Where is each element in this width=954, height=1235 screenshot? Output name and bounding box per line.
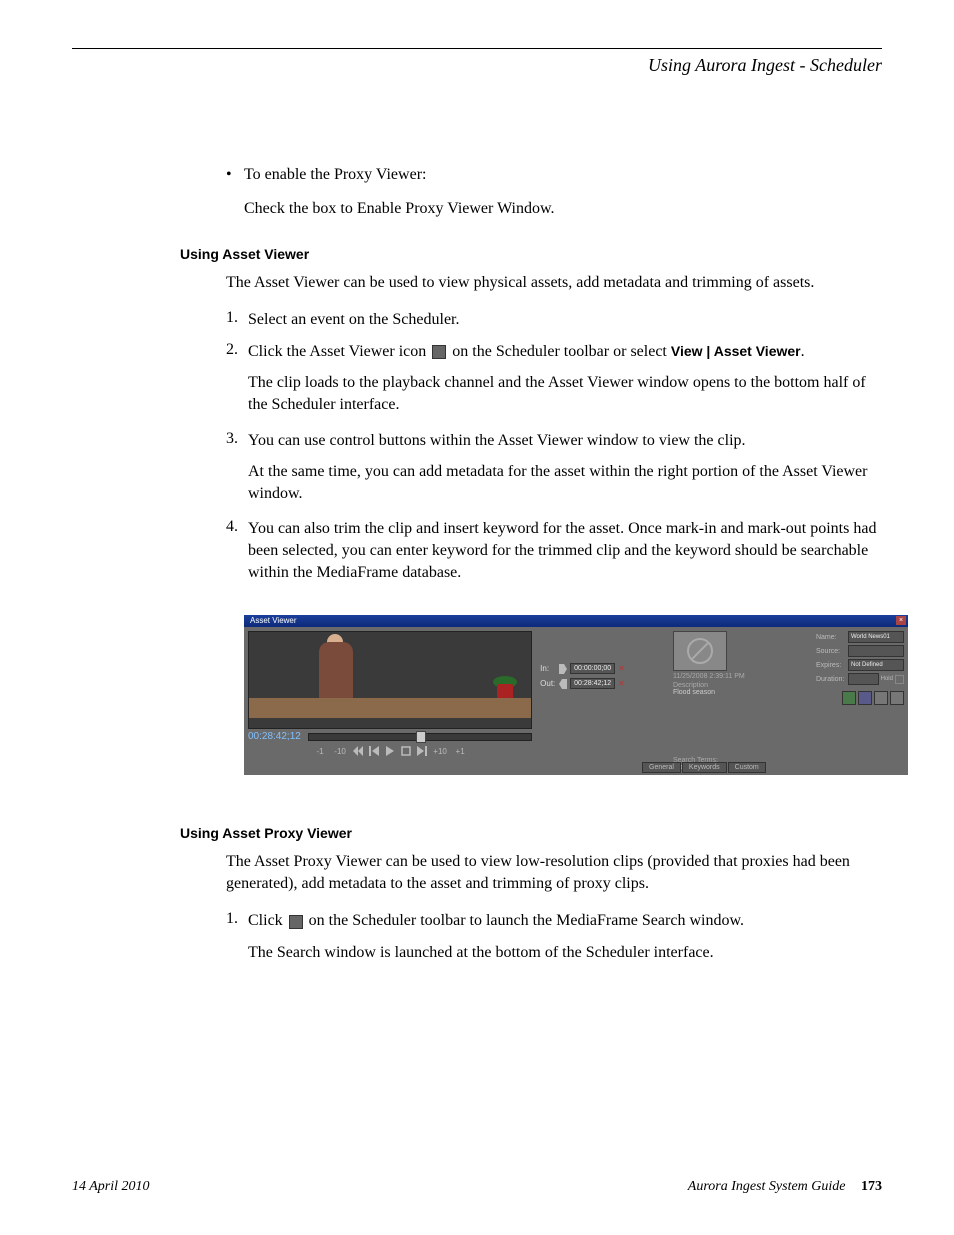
step-text: Select an event on the Scheduler. bbox=[248, 309, 459, 331]
heading-asset-viewer: Using Asset Viewer bbox=[180, 246, 882, 262]
video-preview bbox=[248, 631, 532, 729]
step-1: 1. Select an event on the Scheduler. bbox=[226, 309, 882, 331]
step-minus-10-button[interactable]: -10 bbox=[333, 747, 347, 756]
window-title: Asset Viewer bbox=[250, 616, 297, 625]
tab-keywords[interactable]: Keywords bbox=[682, 762, 727, 773]
meta-action-1-icon[interactable] bbox=[842, 691, 856, 705]
scrub-handle[interactable] bbox=[416, 731, 426, 743]
step-3: 3. You can use control buttons within th… bbox=[226, 430, 882, 452]
mark-out-row: Out: 00:28:42;12 ✕ bbox=[540, 678, 665, 689]
stop-icon[interactable] bbox=[401, 746, 411, 756]
menu-view: View bbox=[671, 343, 703, 359]
proxy-step1-b: on the Scheduler toolbar to launch the M… bbox=[305, 912, 744, 929]
step-plus-1-button[interactable]: +1 bbox=[453, 747, 467, 756]
name-label: Name: bbox=[816, 634, 846, 641]
clear-in-icon[interactable]: ✕ bbox=[618, 664, 625, 673]
page-header: Using Aurora Ingest - Scheduler bbox=[72, 55, 882, 76]
step2-part-b: on the Scheduler toolbar or select bbox=[448, 343, 671, 360]
step-minus-1-button[interactable]: -1 bbox=[313, 747, 327, 756]
hold-label: Hold bbox=[881, 676, 893, 682]
footer-page-number: 173 bbox=[861, 1179, 882, 1194]
window-titlebar: Asset Viewer × bbox=[244, 615, 908, 627]
meta-action-2-icon[interactable] bbox=[858, 691, 872, 705]
asset-viewer-window: Asset Viewer × 00:28:42;12 bbox=[244, 615, 908, 775]
step-number: 3. bbox=[226, 430, 248, 452]
step-plus-10-button[interactable]: +10 bbox=[433, 747, 447, 756]
expires-field[interactable]: Not Defined bbox=[848, 659, 904, 671]
mark-in-icon[interactable] bbox=[559, 664, 567, 674]
footer-guide-name: Aurora Ingest System Guide bbox=[688, 1179, 846, 1194]
mark-out-icon[interactable] bbox=[559, 679, 567, 689]
clear-out-icon[interactable]: ✕ bbox=[618, 679, 625, 688]
description-value[interactable]: Flood season bbox=[673, 689, 812, 696]
asset-timestamp: 11/25/2008 2:39:11 PM bbox=[673, 673, 812, 680]
description-label: Description bbox=[673, 682, 812, 689]
duration-field bbox=[848, 673, 879, 685]
timecode-display: 00:28:42;12 bbox=[248, 731, 308, 742]
no-image-icon bbox=[687, 638, 713, 664]
name-field[interactable]: World News01 bbox=[848, 631, 904, 643]
video-content bbox=[319, 642, 353, 702]
transport-controls: -1 -10 +10 +1 bbox=[248, 746, 532, 756]
video-content bbox=[249, 698, 531, 718]
out-timecode[interactable]: 00:28:42;12 bbox=[570, 678, 615, 689]
in-label: In: bbox=[540, 664, 556, 673]
menu-asset-viewer: Asset Viewer bbox=[714, 343, 801, 359]
expires-label: Expires: bbox=[816, 662, 846, 669]
step-number: 1. bbox=[226, 309, 248, 331]
tab-general[interactable]: General bbox=[642, 762, 681, 773]
step-number: 2. bbox=[226, 341, 248, 363]
heading-asset-proxy-viewer: Using Asset Proxy Viewer bbox=[180, 825, 882, 841]
step-text: You can also trim the clip and insert ke… bbox=[248, 518, 882, 583]
step-number: 4. bbox=[226, 518, 248, 583]
step2-end: . bbox=[801, 343, 805, 360]
bullet-enable-proxy: • To enable the Proxy Viewer: bbox=[226, 166, 882, 184]
proxy-step1-sub: The Search window is launched at the bot… bbox=[248, 942, 882, 964]
play-icon[interactable] bbox=[385, 746, 395, 756]
bullet-dot: • bbox=[226, 166, 244, 184]
step2-part-a: Click the Asset Viewer icon bbox=[248, 343, 430, 360]
menu-sep: | bbox=[703, 343, 714, 359]
hold-checkbox[interactable] bbox=[895, 675, 904, 684]
scrub-bar[interactable] bbox=[308, 733, 532, 741]
meta-action-4-icon[interactable] bbox=[890, 691, 904, 705]
step-fwd-icon[interactable] bbox=[417, 746, 427, 756]
tab-custom[interactable]: Custom bbox=[728, 762, 766, 773]
step2-sub: The clip loads to the playback channel a… bbox=[248, 372, 882, 415]
asset-viewer-icon bbox=[432, 345, 446, 359]
bullet-sub-text: Check the box to Enable Proxy Viewer Win… bbox=[244, 198, 882, 220]
step-text: Click on the Scheduler toolbar to launch… bbox=[248, 910, 744, 932]
thumbnail-placeholder bbox=[673, 631, 727, 671]
rewind-icon[interactable] bbox=[353, 746, 363, 756]
close-icon[interactable]: × bbox=[896, 616, 906, 625]
source-field[interactable] bbox=[848, 645, 904, 657]
step-number: 1. bbox=[226, 910, 248, 932]
proxy-step-1: 1. Click on the Scheduler toolbar to lau… bbox=[226, 910, 882, 932]
step-back-icon[interactable] bbox=[369, 746, 379, 756]
proxy-step1-a: Click bbox=[248, 912, 287, 929]
page-footer: 14 April 2010 Aurora Ingest System Guide… bbox=[72, 1179, 882, 1195]
duration-label: Duration: bbox=[816, 676, 846, 683]
step-text: Click the Asset Viewer icon on the Sched… bbox=[248, 341, 805, 363]
out-label: Out: bbox=[540, 679, 556, 688]
mark-in-row: In: 00:00:00;00 ✕ bbox=[540, 663, 665, 674]
bullet-text: To enable the Proxy Viewer: bbox=[244, 166, 426, 184]
proxy-viewer-intro: The Asset Proxy Viewer can be used to vi… bbox=[226, 851, 882, 894]
footer-date: 14 April 2010 bbox=[72, 1179, 150, 1195]
in-timecode[interactable]: 00:00:00;00 bbox=[570, 663, 615, 674]
asset-viewer-intro: The Asset Viewer can be used to view phy… bbox=[226, 272, 882, 294]
meta-action-3-icon[interactable] bbox=[874, 691, 888, 705]
search-icon bbox=[289, 915, 303, 929]
step-2: 2. Click the Asset Viewer icon on the Sc… bbox=[226, 341, 882, 363]
source-label: Source: bbox=[816, 648, 846, 655]
step-4: 4. You can also trim the clip and insert… bbox=[226, 518, 882, 583]
step3-sub: At the same time, you can add metadata f… bbox=[248, 461, 882, 504]
step-text: You can use control buttons within the A… bbox=[248, 430, 746, 452]
